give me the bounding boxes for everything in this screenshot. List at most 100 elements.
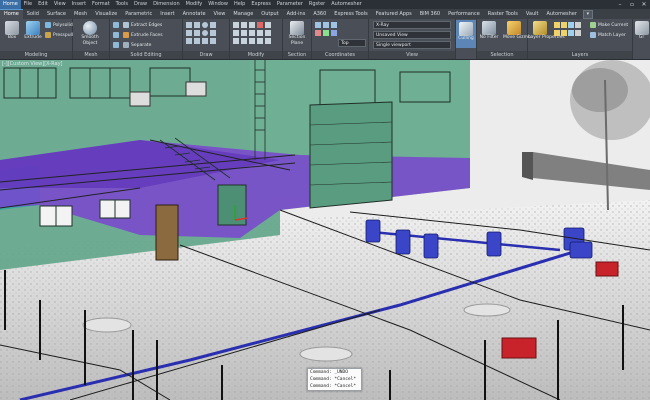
- line-icon[interactable]: [186, 22, 192, 28]
- ucs-origin-icon[interactable]: [331, 22, 337, 28]
- tab-output[interactable]: Output: [257, 10, 282, 19]
- move-icon[interactable]: [233, 22, 239, 28]
- intersect-icon[interactable]: [113, 41, 121, 49]
- tab-parametric[interactable]: Parametric: [121, 10, 156, 19]
- region-icon[interactable]: [210, 38, 216, 44]
- layer-unlock-icon[interactable]: [575, 30, 581, 36]
- tab-view[interactable]: View: [210, 10, 230, 19]
- layer-on-icon[interactable]: [554, 30, 560, 36]
- menu-modify[interactable]: Modify: [183, 0, 206, 9]
- group-button[interactable]: Gr: [633, 21, 650, 41]
- layer-freeze-icon[interactable]: [568, 22, 574, 28]
- tab-express-tools[interactable]: Express Tools: [330, 10, 371, 19]
- close-icon[interactable]: ✕: [638, 0, 650, 9]
- ucs-world-icon[interactable]: [323, 22, 329, 28]
- join-icon[interactable]: [257, 38, 263, 44]
- visual-style-dropdown[interactable]: X-Ray: [373, 21, 451, 29]
- tab-raster-tools[interactable]: Raster Tools: [484, 10, 522, 19]
- tab-addins[interactable]: Add-ins: [283, 10, 310, 19]
- layer-lock-icon[interactable]: [575, 22, 581, 28]
- polysolid-button[interactable]: Polysolid: [45, 21, 73, 29]
- mirror-icon[interactable]: [241, 30, 247, 36]
- stretch-icon[interactable]: [249, 30, 255, 36]
- menu-rgster[interactable]: Rgster: [306, 0, 328, 9]
- section-plane-button[interactable]: Section Plane: [286, 21, 308, 47]
- box-button[interactable]: Box: [1, 21, 23, 41]
- model-space-canvas[interactable]: [0, 60, 650, 400]
- chamfer-icon[interactable]: [249, 38, 255, 44]
- arc-icon[interactable]: [210, 22, 216, 28]
- menu-edit[interactable]: Edit: [35, 0, 51, 9]
- tab-bim360[interactable]: BIM 360: [416, 10, 444, 19]
- minimize-icon[interactable]: –: [614, 0, 626, 9]
- culling-button[interactable]: Culling: [456, 20, 476, 48]
- subtract-icon[interactable]: [113, 31, 121, 39]
- tab-featured-apps[interactable]: Featured Apps: [372, 10, 416, 19]
- scale-icon[interactable]: [257, 30, 263, 36]
- tab-performance[interactable]: Performance: [444, 10, 484, 19]
- boundary-icon[interactable]: [202, 38, 208, 44]
- ucs-y-icon[interactable]: [323, 30, 329, 36]
- layer-isolate-icon[interactable]: [561, 22, 567, 28]
- rotate-icon[interactable]: [241, 22, 247, 28]
- make-current-button[interactable]: Make Current: [590, 21, 628, 29]
- menu-express[interactable]: Express: [248, 0, 274, 9]
- union-icon[interactable]: [113, 21, 121, 29]
- ellipse-icon[interactable]: [202, 30, 208, 36]
- tab-mesh[interactable]: Mesh: [70, 10, 91, 19]
- tab-home[interactable]: Home: [0, 9, 23, 19]
- menu-parameter[interactable]: Parameter: [274, 0, 306, 9]
- tab-manage[interactable]: Manage: [229, 10, 257, 19]
- restore-icon[interactable]: ▫: [626, 0, 638, 9]
- array-icon[interactable]: [265, 30, 271, 36]
- move-gizmo-button[interactable]: Move Gizmo: [503, 21, 531, 41]
- menu-draw[interactable]: Draw: [131, 0, 150, 9]
- hatch-icon[interactable]: [194, 30, 200, 36]
- menu-automesher[interactable]: Automesher: [328, 0, 364, 9]
- spline-icon[interactable]: [210, 30, 216, 36]
- trim-icon[interactable]: [249, 22, 255, 28]
- tab-surface[interactable]: Surface: [43, 10, 70, 19]
- circle-icon[interactable]: [202, 22, 208, 28]
- tab-annotate[interactable]: Annotate: [179, 10, 210, 19]
- ribbon-minimize-icon[interactable]: ▾: [582, 10, 593, 19]
- break-icon[interactable]: [265, 38, 271, 44]
- tab-vault[interactable]: Vault: [522, 10, 543, 19]
- layer-properties-button[interactable]: Layer Properties: [528, 21, 565, 41]
- erase-icon[interactable]: [257, 22, 263, 28]
- layer-unisolate-icon[interactable]: [561, 30, 567, 36]
- no-filter-button[interactable]: No Filter: [478, 21, 500, 41]
- menu-help[interactable]: Help: [231, 0, 248, 9]
- menu-home[interactable]: Home: [0, 0, 21, 9]
- polyline-icon[interactable]: [194, 22, 200, 28]
- view-direction-dropdown[interactable]: Top: [338, 39, 366, 47]
- extract-edges-button[interactable]: Extract Edges: [123, 21, 162, 29]
- command-history-window[interactable]: Command: _UNDO Command: *Cancel* Command…: [307, 368, 362, 391]
- layer-off-icon[interactable]: [554, 22, 560, 28]
- menu-insert[interactable]: Insert: [69, 0, 89, 9]
- tab-solid[interactable]: Solid: [23, 10, 43, 19]
- extrude-button[interactable]: Extrude: [22, 21, 44, 41]
- tab-automesher[interactable]: Automesher: [542, 10, 580, 19]
- polygon-icon[interactable]: [186, 38, 192, 44]
- menu-window[interactable]: Window: [205, 0, 231, 9]
- menu-format[interactable]: Format: [89, 0, 113, 9]
- tab-visualize[interactable]: Visualize: [91, 10, 121, 19]
- drawing-viewport[interactable]: [-][Custom View][X-Ray]: [0, 60, 650, 400]
- menu-file[interactable]: File: [21, 0, 35, 9]
- layer-thaw-icon[interactable]: [568, 30, 574, 36]
- offset-icon[interactable]: [233, 38, 239, 44]
- ucs-z-icon[interactable]: [331, 30, 337, 36]
- menu-dimension[interactable]: Dimension: [150, 0, 183, 9]
- menu-tools[interactable]: Tools: [113, 0, 131, 9]
- presspull-button[interactable]: Presspull: [45, 31, 73, 39]
- point-icon[interactable]: [194, 38, 200, 44]
- viewport-config-dropdown[interactable]: Single viewport: [373, 41, 451, 49]
- rectangle-icon[interactable]: [186, 30, 192, 36]
- tab-a360[interactable]: A360: [309, 10, 330, 19]
- extrude-faces-button[interactable]: Extrude Faces: [123, 31, 163, 39]
- explode-icon[interactable]: [241, 38, 247, 44]
- tab-insert[interactable]: Insert: [156, 10, 178, 19]
- fillet-icon[interactable]: [265, 22, 271, 28]
- copy-icon[interactable]: [233, 30, 239, 36]
